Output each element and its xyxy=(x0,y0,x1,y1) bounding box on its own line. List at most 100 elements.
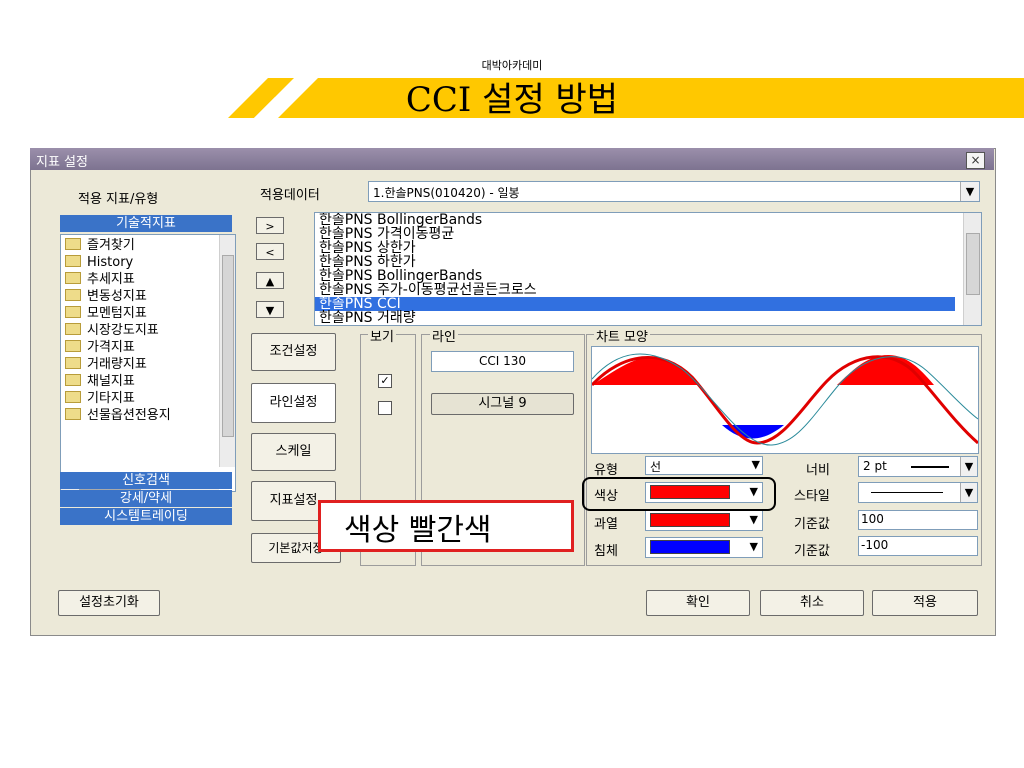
folder-icon xyxy=(65,272,81,284)
chart-preview-svg xyxy=(590,353,979,446)
chevron-down-icon[interactable]: ▼ xyxy=(750,540,758,553)
line-sample xyxy=(911,466,949,468)
overbought-color-select[interactable]: ▼ xyxy=(645,510,763,531)
chevron-down-icon[interactable]: ▼ xyxy=(750,513,758,526)
type-value: 선 xyxy=(650,460,662,474)
tree-item[interactable]: 선물옵션전용지 xyxy=(65,407,171,424)
tree-item-label: 모멘텀지표 xyxy=(87,306,147,321)
list-item[interactable]: 한솔PNS 주가-이동평균선골든크로스 xyxy=(319,283,537,297)
width-label: 너비 xyxy=(806,463,830,478)
add-button[interactable]: > xyxy=(256,217,284,234)
ok-button[interactable]: 확인 xyxy=(646,590,750,616)
oversold-label: 침체 xyxy=(594,544,618,559)
list-item[interactable]: 한솔PNS 거래량 xyxy=(319,311,416,325)
tab-technical[interactable]: 기술적지표 xyxy=(60,215,232,232)
chevron-down-icon[interactable]: ▼ xyxy=(752,458,760,471)
chevron-down-icon[interactable]: ▼ xyxy=(960,483,977,502)
folder-icon xyxy=(65,289,81,301)
overbought-base-label: 기준값 xyxy=(794,517,830,532)
tree-item[interactable]: 모멘텀지표 xyxy=(65,305,147,322)
tree-item[interactable]: 채널지표 xyxy=(65,373,135,390)
apply-data-value: 1.한솔PNS(010420) - 일봉 xyxy=(373,186,520,200)
width-select[interactable]: 2 pt ▼ xyxy=(858,456,978,477)
list-item[interactable]: 한솔PNS BollingerBands xyxy=(319,213,482,227)
type-select[interactable]: 선 ▼ xyxy=(645,456,763,475)
selected-row-highlight xyxy=(315,297,955,311)
cancel-button[interactable]: 취소 xyxy=(760,590,864,616)
folder-icon xyxy=(65,391,81,403)
tree-item-label: 선물옵션전용지 xyxy=(87,408,171,423)
folder-icon xyxy=(65,255,81,267)
tree-item[interactable]: 거래량지표 xyxy=(65,356,147,373)
overbought-base-input[interactable]: 100 xyxy=(858,510,978,530)
tree-item-label: 시장강도지표 xyxy=(87,323,159,338)
move-down-button[interactable]: ▼ xyxy=(256,301,284,318)
oversold-base-label: 기준값 xyxy=(794,544,830,559)
tree-item[interactable]: 시장강도지표 xyxy=(65,322,159,339)
dialog-title: 지표 설정 xyxy=(36,155,88,170)
tree-item[interactable]: 변동성지표 xyxy=(65,288,147,305)
condition-settings-button[interactable]: 조건설정 xyxy=(251,333,336,371)
tree-item-label: 채널지표 xyxy=(87,374,135,389)
tree-item[interactable]: 가격지표 xyxy=(65,339,135,356)
view-checkbox-signal[interactable] xyxy=(378,401,392,415)
view-checkbox-cci[interactable]: ✓ xyxy=(378,374,392,388)
tab-signal-search[interactable]: 신호검색 xyxy=(60,472,232,489)
chart-group-label: 차트 모양 xyxy=(594,326,650,345)
tab-bull-bear[interactable]: 강세/약세 xyxy=(60,490,232,507)
indicator-tree[interactable]: 즐겨찾기 History 추세지표 변동성지표 모멘텀지표 시장강도지표 가격지… xyxy=(60,234,236,492)
applied-indicator-list[interactable]: 한솔PNS BollingerBands 한솔PNS 가격이동평균 한솔PNS … xyxy=(314,212,982,326)
color-highlight-box xyxy=(582,477,776,511)
page-title: CCI 설정 방법 xyxy=(405,80,619,120)
tree-item-label: 추세지표 xyxy=(87,272,135,287)
folder-icon xyxy=(65,374,81,386)
chevron-down-icon[interactable]: ▼ xyxy=(960,182,979,201)
folder-icon xyxy=(65,340,81,352)
list-item-selected[interactable]: 한솔PNS CCI xyxy=(319,297,401,311)
style-label: 스타일 xyxy=(794,489,830,504)
scroll-thumb[interactable] xyxy=(966,233,980,295)
apply-button[interactable]: 적용 xyxy=(872,590,978,616)
list-item[interactable]: 한솔PNS BollingerBands xyxy=(319,269,482,283)
remove-button[interactable]: < xyxy=(256,243,284,260)
line-item-cci[interactable]: CCI 130 xyxy=(431,351,574,372)
tree-item[interactable]: 즐겨찾기 xyxy=(65,237,135,254)
list-item[interactable]: 한솔PNS 하한가 xyxy=(319,255,416,269)
list-vscrollbar[interactable] xyxy=(963,213,981,325)
close-button[interactable]: × xyxy=(966,152,985,169)
folder-icon xyxy=(65,323,81,335)
tree-item-label: 기타지표 xyxy=(87,391,135,406)
apply-data-select[interactable]: 1.한솔PNS(010420) - 일봉 ▼ xyxy=(368,181,980,202)
academy-label: 대박아카데미 xyxy=(481,59,543,72)
line-item-signal[interactable]: 시그널 9 xyxy=(431,393,574,415)
reset-button[interactable]: 설정초기화 xyxy=(58,590,160,616)
scale-button[interactable]: 스케일 xyxy=(251,433,336,471)
folder-icon xyxy=(65,408,81,420)
tree-item[interactable]: 기타지표 xyxy=(65,390,135,407)
line-style-sample xyxy=(871,492,943,493)
tab-system-trading[interactable]: 시스템트레이딩 xyxy=(60,508,232,525)
tree-item[interactable]: 추세지표 xyxy=(65,271,135,288)
folder-icon xyxy=(65,238,81,250)
line-settings-button[interactable]: 라인설정 xyxy=(251,383,336,423)
scroll-thumb[interactable] xyxy=(222,255,234,437)
apply-data-label: 적용데이터 xyxy=(260,188,320,203)
overbought-swatch xyxy=(650,513,730,527)
oversold-color-select[interactable]: ▼ xyxy=(645,537,763,558)
tree-item-label: 가격지표 xyxy=(87,340,135,355)
list-item[interactable]: 한솔PNS 상한가 xyxy=(319,241,416,255)
folder-icon xyxy=(65,357,81,369)
style-select[interactable]: ▼ xyxy=(858,482,978,503)
view-group-label: 보기 xyxy=(368,326,396,345)
oversold-base-input[interactable]: -100 xyxy=(858,536,978,556)
move-up-button[interactable]: ▲ xyxy=(256,272,284,289)
list-item[interactable]: 한솔PNS 가격이동평균 xyxy=(319,227,454,241)
chart-preview xyxy=(590,346,979,454)
tree-item[interactable]: History xyxy=(65,254,133,271)
dialog-titlebar: 지표 설정 xyxy=(30,148,994,170)
chevron-down-icon[interactable]: ▼ xyxy=(960,457,977,476)
tree-item-label: History xyxy=(87,255,134,270)
tree-vscrollbar[interactable] xyxy=(219,235,235,467)
width-value: 2 pt xyxy=(863,459,887,473)
overbought-fill-right xyxy=(837,355,934,385)
